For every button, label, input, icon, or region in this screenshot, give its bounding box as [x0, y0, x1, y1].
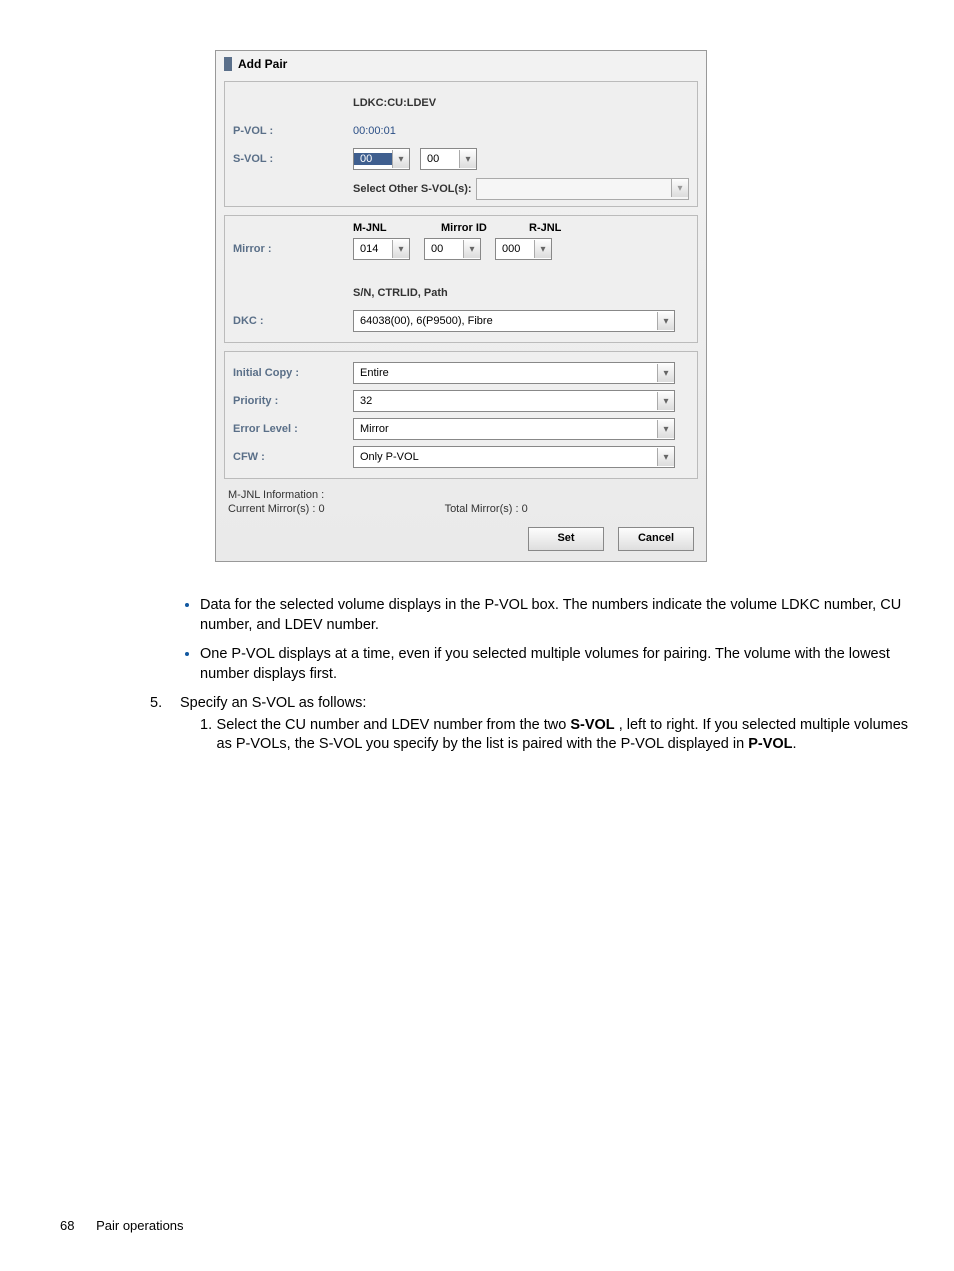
step5-number: 5.: [150, 694, 180, 714]
initial-copy-value: Entire: [354, 367, 657, 379]
mjnl-header: M-JNL: [353, 222, 413, 234]
dkc-select[interactable]: 64038(00), 6(P9500), Fibre: [353, 310, 675, 332]
current-mirrors: Current Mirror(s) : 0: [228, 503, 325, 515]
mjnl-information: M-JNL Information : Current Mirror(s) : …: [228, 489, 694, 515]
mjnl-info-label: M-JNL Information :: [228, 489, 325, 501]
chevron-down-icon: [657, 392, 674, 410]
bullet-2: One P-VOL displays at a time, even if yo…: [200, 645, 920, 684]
initial-copy-select[interactable]: Entire: [353, 362, 675, 384]
rjnl-value: 000: [496, 243, 534, 255]
add-pair-dialog: Add Pair LDKC:CU:LDEV P-VOL : 00:00:01 S…: [215, 50, 707, 562]
mjnl-select[interactable]: 014: [353, 238, 410, 260]
cancel-button[interactable]: Cancel: [618, 527, 694, 551]
rjnl-header: R-JNL: [529, 222, 561, 234]
mirror-label: Mirror :: [233, 243, 353, 255]
set-button[interactable]: Set: [528, 527, 604, 551]
svol-ldev-select[interactable]: 00: [420, 148, 477, 170]
mirrorid-header: Mirror ID: [441, 222, 501, 234]
error-level-label: Error Level :: [233, 423, 353, 435]
cfw-label: CFW :: [233, 451, 353, 463]
select-other-svol-dropdown[interactable]: [476, 178, 689, 200]
chevron-down-icon: [392, 150, 409, 168]
priority-select[interactable]: 32: [353, 390, 675, 412]
chevron-down-icon: [459, 150, 476, 168]
chevron-down-icon: [392, 240, 409, 258]
sub1-bold-pvol: P-VOL: [748, 736, 792, 752]
pvol-value: 00:00:01: [353, 125, 396, 137]
mjnl-value: 014: [354, 243, 392, 255]
dialog-title: Add Pair: [238, 57, 287, 71]
chevron-down-icon: [657, 420, 674, 438]
svol-cu-select[interactable]: 00: [353, 148, 410, 170]
page-footer: 68 Pair operations: [60, 1218, 184, 1233]
bullet-1: Data for the selected volume displays in…: [200, 596, 920, 635]
cfw-value: Only P-VOL: [354, 451, 657, 463]
options-section: Initial Copy : Entire Priority : 32 Erro…: [224, 351, 698, 479]
priority-label: Priority :: [233, 395, 353, 407]
priority-value: 32: [354, 395, 657, 407]
substep1-text: Select the CU number and LDEV number fro…: [217, 716, 920, 755]
dialog-titlebar: Add Pair: [216, 51, 706, 77]
rjnl-select[interactable]: 000: [495, 238, 552, 260]
chevron-down-icon: [671, 179, 688, 197]
sub1-part-a: Select the CU number and LDEV number fro…: [217, 717, 571, 733]
document-body: Data for the selected volume displays in…: [120, 596, 920, 755]
error-level-select[interactable]: Mirror: [353, 418, 675, 440]
dkc-label: DKC :: [233, 315, 353, 327]
select-other-svol-label: Select Other S-VOL(s):: [353, 183, 472, 195]
volume-section: LDKC:CU:LDEV P-VOL : 00:00:01 S-VOL : 00…: [224, 81, 698, 207]
title-marker-icon: [224, 57, 232, 71]
svol-label: S-VOL :: [233, 153, 353, 165]
svol-ldev-value: 00: [421, 153, 459, 165]
sub1-part-c: .: [793, 736, 797, 752]
total-mirrors: Total Mirror(s) : 0: [445, 503, 528, 515]
chevron-down-icon: [657, 448, 674, 466]
error-level-value: Mirror: [354, 423, 657, 435]
dkc-value: 64038(00), 6(P9500), Fibre: [354, 315, 657, 327]
page-number: 68: [60, 1218, 74, 1233]
mirror-section: M-JNL Mirror ID R-JNL Mirror : 014 00 00…: [224, 215, 698, 343]
mirrorid-select[interactable]: 00: [424, 238, 481, 260]
substep1-number: 1.: [200, 716, 217, 755]
ldkc-header: LDKC:CU:LDEV: [353, 97, 436, 109]
chevron-down-icon: [534, 240, 551, 258]
step5-text: Specify an S-VOL as follows:: [180, 694, 366, 714]
sub1-bold-svol: S-VOL: [570, 717, 614, 733]
svol-cu-value: 00: [354, 153, 392, 165]
initial-copy-label: Initial Copy :: [233, 367, 353, 379]
pvol-label: P-VOL :: [233, 125, 353, 137]
chevron-down-icon: [657, 364, 674, 382]
chevron-down-icon: [463, 240, 480, 258]
footer-section: Pair operations: [96, 1218, 183, 1233]
mirrorid-value: 00: [425, 243, 463, 255]
sn-ctrlid-path-header: S/N, CTRLID, Path: [353, 287, 448, 299]
chevron-down-icon: [657, 312, 674, 330]
cfw-select[interactable]: Only P-VOL: [353, 446, 675, 468]
